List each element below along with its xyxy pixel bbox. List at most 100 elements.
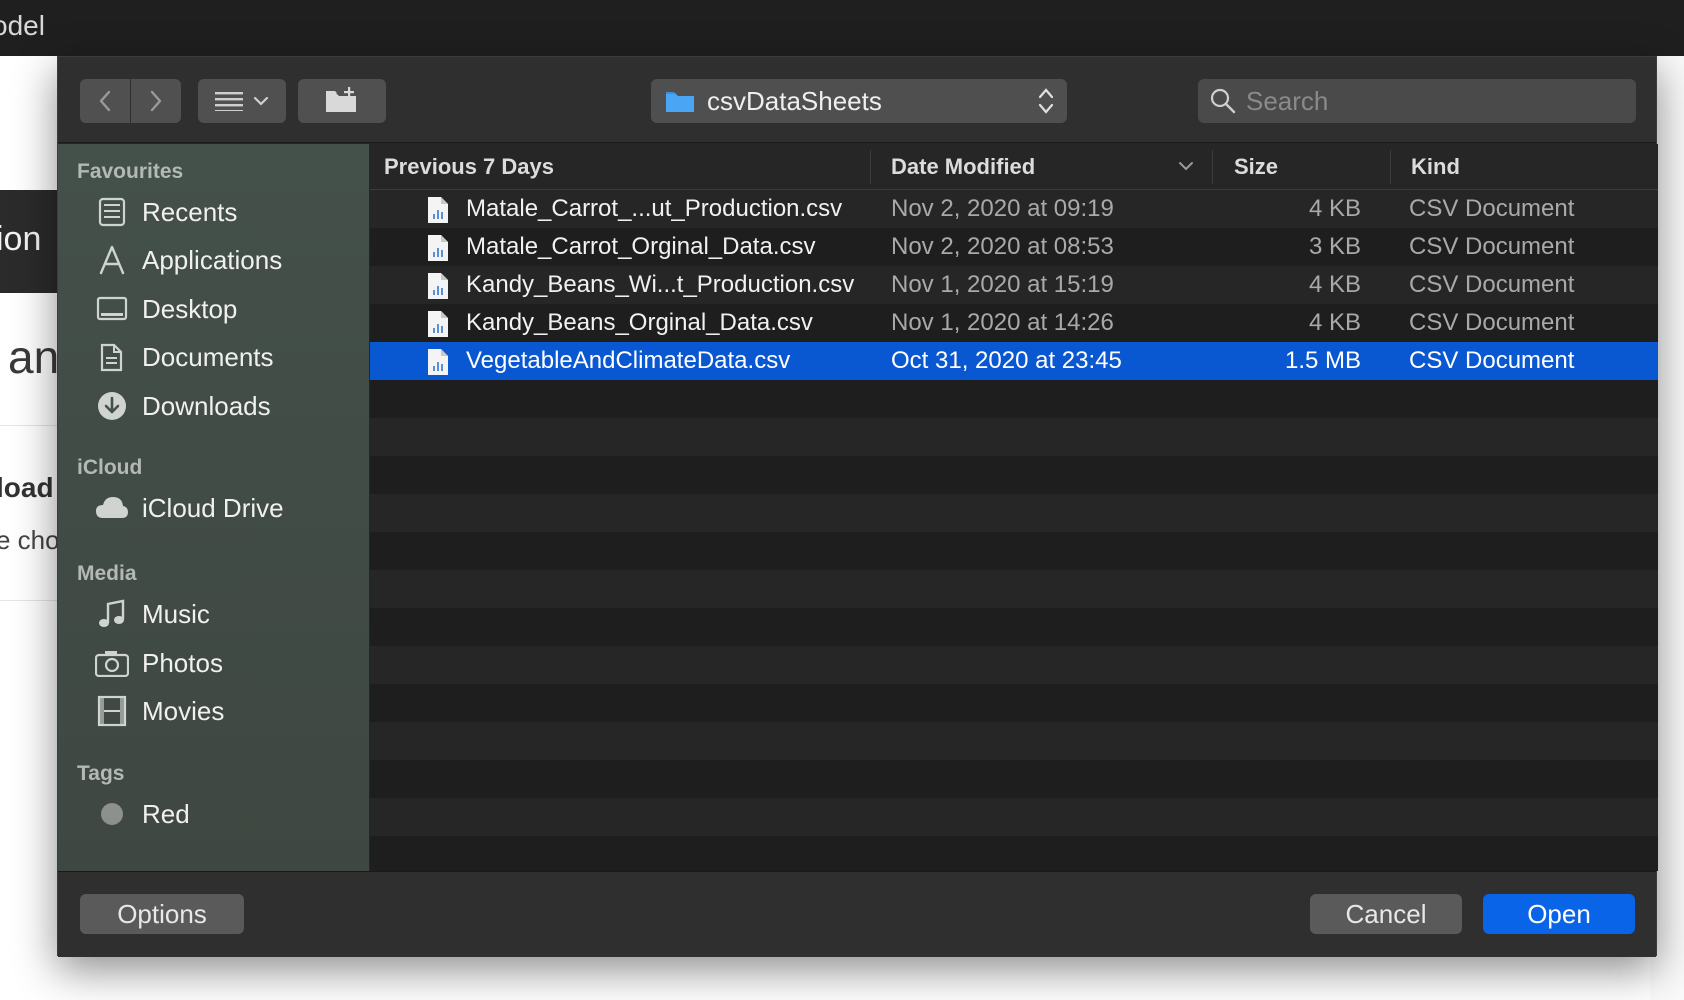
sidebar-item-desktop[interactable]: Desktop <box>94 289 237 329</box>
empty-row <box>370 684 1658 722</box>
file-list: Previous 7 Days Date Modified Size Kind … <box>370 144 1658 871</box>
background-small-text: e cho <box>0 525 60 555</box>
file-size: 3 KB <box>1308 233 1361 260</box>
sidebar-item-label: Recents <box>142 196 238 227</box>
sidebar-item-documents[interactable]: Documents <box>94 337 274 377</box>
column-divider[interactable] <box>1390 150 1391 184</box>
csv-file-icon <box>426 196 450 229</box>
view-options-button[interactable] <box>198 79 286 123</box>
sidebar-section-icloud: iCloud <box>77 456 143 479</box>
sidebar-item-applications[interactable]: Applications <box>94 240 282 280</box>
file-name: Kandy_Beans_Orginal_Data.csv <box>466 309 813 336</box>
empty-row <box>370 456 1658 494</box>
file-name: Matale_Carrot_Orginal_Data.csv <box>466 233 816 260</box>
file-kind: CSV Document <box>1409 271 1575 298</box>
sidebar: Favourites Recents Applications Desktop … <box>58 144 369 871</box>
csv-file-icon <box>426 234 450 267</box>
file-date-modified: Nov 2, 2020 at 09:19 <box>891 195 1114 222</box>
desktop-icon <box>94 291 130 327</box>
file-size: 4 KB <box>1308 195 1361 222</box>
file-row[interactable]: Kandy_Beans_Orginal_Data.csv Nov 1, 2020 … <box>370 304 1658 342</box>
file-date-modified: Nov 2, 2020 at 08:53 <box>891 233 1114 260</box>
empty-row <box>370 570 1658 608</box>
cancel-button[interactable]: Cancel <box>1310 894 1462 934</box>
empty-row <box>370 760 1658 798</box>
background-title: odel <box>0 10 45 41</box>
chevron-right-icon <box>150 90 162 112</box>
file-date-modified: Nov 1, 2020 at 15:19 <box>891 271 1114 298</box>
sidebar-item-label: Desktop <box>142 293 238 324</box>
empty-row <box>370 532 1658 570</box>
file-date-modified: Nov 1, 2020 at 14:26 <box>891 309 1114 336</box>
new-folder-button[interactable] <box>298 79 386 123</box>
music-icon <box>94 596 130 632</box>
photos-icon <box>94 645 130 681</box>
open-file-dialog: csvDataSheets Favourites Recents <box>57 56 1658 957</box>
sidebar-item-downloads[interactable]: Downloads <box>94 386 271 426</box>
sidebar-section-media: Media <box>77 562 137 585</box>
csv-file-icon <box>426 310 450 343</box>
updown-arrows-icon <box>1038 88 1054 114</box>
file-row[interactable]: Matale_Carrot_...ut_Production.csv Nov 2,… <box>370 190 1658 228</box>
sidebar-item-label: Documents <box>142 341 274 372</box>
recents-icon <box>94 194 130 230</box>
icloud-icon <box>94 490 130 526</box>
sidebar-item-music[interactable]: Music <box>94 594 210 634</box>
file-row[interactable]: Matale_Carrot_Orginal_Data.csv Nov 2, 202… <box>370 228 1658 266</box>
sidebar-section-favourites: Favourites <box>77 160 184 183</box>
column-divider[interactable] <box>870 150 871 184</box>
list-view-icon <box>215 92 243 111</box>
dialog-toolbar: csvDataSheets <box>58 57 1656 143</box>
file-kind: CSV Document <box>1409 233 1575 260</box>
sidebar-item-icloud-drive[interactable]: iCloud Drive <box>94 488 284 528</box>
sidebar-item-label: Music <box>142 598 210 629</box>
forward-button[interactable] <box>131 79 181 123</box>
column-header-name[interactable]: Previous 7 Days <box>384 144 554 190</box>
sort-chevron-icon <box>1179 162 1193 171</box>
sidebar-item-recents[interactable]: Recents <box>94 192 237 232</box>
empty-row <box>370 836 1658 871</box>
column-header-date[interactable]: Date Modified <box>891 144 1035 190</box>
options-button[interactable]: Options <box>80 894 244 934</box>
file-row[interactable]: Kandy_Beans_Wi...t_Production.csv Nov 1, … <box>370 266 1658 304</box>
downloads-icon <box>94 388 130 424</box>
sidebar-section-tags: Tags <box>77 762 125 785</box>
file-date-modified: Oct 31, 2020 at 23:45 <box>891 347 1122 374</box>
list-header: Previous 7 Days Date Modified Size Kind <box>370 144 1658 190</box>
empty-row <box>370 608 1658 646</box>
empty-row <box>370 646 1658 684</box>
search-input[interactable] <box>1246 85 1606 117</box>
csv-file-icon <box>426 272 450 305</box>
background-heading: an <box>8 331 60 383</box>
back-button[interactable] <box>80 79 130 123</box>
file-rows: Matale_Carrot_...ut_Production.csv Nov 2,… <box>370 190 1658 871</box>
sidebar-item-movies[interactable]: Movies <box>94 691 224 731</box>
file-name: Kandy_Beans_Wi...t_Production.csv <box>466 271 855 298</box>
sidebar-item-tag-red[interactable]: Red <box>94 794 190 834</box>
sidebar-item-label: Red <box>142 798 190 829</box>
column-divider[interactable] <box>1212 150 1213 184</box>
background-bold-text: load <box>0 472 54 503</box>
folder-icon <box>666 92 694 112</box>
sidebar-item-label: Applications <box>142 244 283 275</box>
chevron-left-icon <box>99 90 111 112</box>
search-icon <box>1210 88 1236 114</box>
open-button[interactable]: Open <box>1483 894 1635 934</box>
sidebar-item-label: iCloud Drive <box>142 492 284 523</box>
file-size: 4 KB <box>1308 309 1361 336</box>
file-kind: CSV Document <box>1409 347 1575 374</box>
dialog-bottom-bar: Options Cancel Open <box>58 871 1656 957</box>
empty-row <box>370 494 1658 532</box>
file-kind: CSV Document <box>1409 195 1575 222</box>
sidebar-item-photos[interactable]: Photos <box>94 643 223 683</box>
file-name: VegetableAndClimateData.csv <box>466 347 791 374</box>
file-row[interactable]: VegetableAndClimateData.csv Oct 31, 2020 … <box>370 342 1658 380</box>
csv-file-icon <box>426 348 450 381</box>
search-field[interactable] <box>1198 79 1636 123</box>
location-dropdown[interactable]: csvDataSheets <box>651 79 1067 123</box>
chevron-down-icon <box>253 96 269 106</box>
column-header-size[interactable]: Size <box>1234 144 1278 190</box>
empty-row <box>370 418 1658 456</box>
file-size: 1.5 MB <box>1284 347 1361 374</box>
column-header-kind[interactable]: Kind <box>1411 144 1460 190</box>
